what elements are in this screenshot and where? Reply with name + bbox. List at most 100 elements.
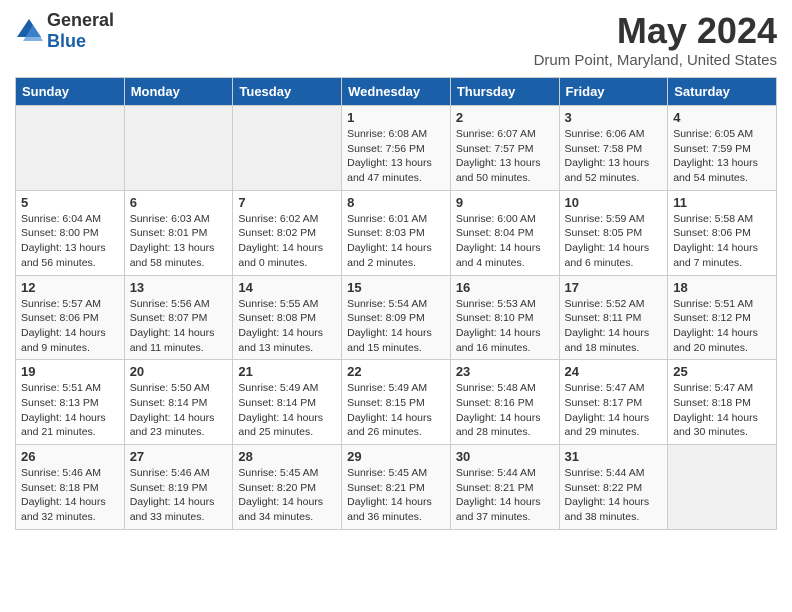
calendar-cell [16, 106, 125, 191]
calendar-cell: 18 Sunrise: 5:51 AMSunset: 8:12 PMDayligh… [668, 275, 777, 360]
day-detail: Sunrise: 6:07 AMSunset: 7:57 PMDaylight:… [456, 127, 554, 186]
calendar-cell: 29 Sunrise: 5:45 AMSunset: 8:21 PMDayligh… [342, 445, 451, 530]
calendar-cell: 7 Sunrise: 6:02 AMSunset: 8:02 PMDaylight… [233, 190, 342, 275]
day-detail: Sunrise: 5:55 AMSunset: 8:08 PMDaylight:… [238, 297, 336, 356]
calendar-cell: 17 Sunrise: 5:52 AMSunset: 8:11 PMDayligh… [559, 275, 668, 360]
day-number: 22 [347, 364, 445, 379]
day-number: 10 [565, 195, 663, 210]
calendar-cell: 12 Sunrise: 5:57 AMSunset: 8:06 PMDayligh… [16, 275, 125, 360]
day-detail: Sunrise: 5:46 AMSunset: 8:19 PMDaylight:… [130, 466, 228, 525]
day-detail: Sunrise: 6:04 AMSunset: 8:00 PMDaylight:… [21, 212, 119, 271]
day-number: 17 [565, 280, 663, 295]
calendar-cell: 15 Sunrise: 5:54 AMSunset: 8:09 PMDayligh… [342, 275, 451, 360]
day-detail: Sunrise: 5:51 AMSunset: 8:13 PMDaylight:… [21, 381, 119, 440]
calendar-cell: 4 Sunrise: 6:05 AMSunset: 7:59 PMDaylight… [668, 106, 777, 191]
calendar-cell: 20Sunrise: 5:50 AMSunset: 8:14 PMDayligh… [124, 360, 233, 445]
day-number: 5 [21, 195, 119, 210]
weekday-header: Sunday [16, 78, 125, 106]
weekday-header: Tuesday [233, 78, 342, 106]
calendar-cell: 23 Sunrise: 5:48 AMSunset: 8:16 PMDayligh… [450, 360, 559, 445]
day-number: 18 [673, 280, 771, 295]
calendar-cell: 26 Sunrise: 5:46 AMSunset: 8:18 PMDayligh… [16, 445, 125, 530]
calendar-week-row: 1 Sunrise: 6:08 AMSunset: 7:56 PMDaylight… [16, 106, 777, 191]
header: General Blue May 2024 Drum Point, Maryla… [15, 10, 777, 69]
calendar-cell: 6 Sunrise: 6:03 AMSunset: 8:01 PMDaylight… [124, 190, 233, 275]
day-number: 24 [565, 364, 663, 379]
calendar-cell: 22 Sunrise: 5:49 AMSunset: 8:15 PMDayligh… [342, 360, 451, 445]
calendar-cell: 5 Sunrise: 6:04 AMSunset: 8:00 PMDaylight… [16, 190, 125, 275]
calendar-cell: 1 Sunrise: 6:08 AMSunset: 7:56 PMDaylight… [342, 106, 451, 191]
day-detail: Sunrise: 5:45 AMSunset: 8:21 PMDaylight:… [347, 466, 445, 525]
day-detail: Sunrise: 5:49 AMSunset: 8:15 PMDaylight:… [347, 381, 445, 440]
day-number: 2 [456, 110, 554, 125]
calendar-cell: 13 Sunrise: 5:56 AMSunset: 8:07 PMDayligh… [124, 275, 233, 360]
calendar-cell: 16 Sunrise: 5:53 AMSunset: 8:10 PMDayligh… [450, 275, 559, 360]
calendar-cell: 25Sunrise: 5:47 AMSunset: 8:18 PMDayligh… [668, 360, 777, 445]
day-number: 21 [238, 364, 336, 379]
title-area: May 2024 Drum Point, Maryland, United St… [534, 10, 777, 69]
day-detail: Sunrise: 6:02 AMSunset: 8:02 PMDaylight:… [238, 212, 336, 271]
day-number: 23 [456, 364, 554, 379]
logo: General Blue [15, 10, 114, 52]
day-number: 6 [130, 195, 228, 210]
calendar-cell: 11Sunrise: 5:58 AMSunset: 8:06 PMDayligh… [668, 190, 777, 275]
weekday-header: Thursday [450, 78, 559, 106]
day-number: 13 [130, 280, 228, 295]
calendar-cell: 14Sunrise: 5:55 AMSunset: 8:08 PMDayligh… [233, 275, 342, 360]
calendar: SundayMondayTuesdayWednesdayThursdayFrid… [15, 77, 777, 530]
day-number: 7 [238, 195, 336, 210]
calendar-header: SundayMondayTuesdayWednesdayThursdayFrid… [16, 78, 777, 106]
day-number: 15 [347, 280, 445, 295]
day-detail: Sunrise: 5:57 AMSunset: 8:06 PMDaylight:… [21, 297, 119, 356]
calendar-cell [233, 106, 342, 191]
day-detail: Sunrise: 6:05 AMSunset: 7:59 PMDaylight:… [673, 127, 771, 186]
day-detail: Sunrise: 5:50 AMSunset: 8:14 PMDaylight:… [130, 381, 228, 440]
day-detail: Sunrise: 5:46 AMSunset: 8:18 PMDaylight:… [21, 466, 119, 525]
day-number: 27 [130, 449, 228, 464]
day-number: 4 [673, 110, 771, 125]
calendar-cell: 10 Sunrise: 5:59 AMSunset: 8:05 PMDayligh… [559, 190, 668, 275]
day-number: 29 [347, 449, 445, 464]
calendar-cell: 28Sunrise: 5:45 AMSunset: 8:20 PMDayligh… [233, 445, 342, 530]
main-title: May 2024 [534, 10, 777, 52]
calendar-body: 1 Sunrise: 6:08 AMSunset: 7:56 PMDaylight… [16, 106, 777, 530]
day-detail: Sunrise: 6:03 AMSunset: 8:01 PMDaylight:… [130, 212, 228, 271]
day-detail: Sunrise: 5:56 AMSunset: 8:07 PMDaylight:… [130, 297, 228, 356]
subtitle: Drum Point, Maryland, United States [534, 52, 777, 69]
day-number: 16 [456, 280, 554, 295]
day-number: 11 [673, 195, 771, 210]
calendar-cell: 24 Sunrise: 5:47 AMSunset: 8:17 PMDayligh… [559, 360, 668, 445]
logo-general: General [47, 10, 114, 30]
calendar-cell: 3Sunrise: 6:06 AMSunset: 7:58 PMDaylight… [559, 106, 668, 191]
calendar-cell: 19Sunrise: 5:51 AMSunset: 8:13 PMDayligh… [16, 360, 125, 445]
day-detail: Sunrise: 5:52 AMSunset: 8:11 PMDaylight:… [565, 297, 663, 356]
calendar-cell: 30Sunrise: 5:44 AMSunset: 8:21 PMDayligh… [450, 445, 559, 530]
day-detail: Sunrise: 5:48 AMSunset: 8:16 PMDaylight:… [456, 381, 554, 440]
logo-icon [15, 17, 43, 45]
calendar-cell [124, 106, 233, 191]
day-number: 25 [673, 364, 771, 379]
day-number: 1 [347, 110, 445, 125]
calendar-week-row: 5 Sunrise: 6:04 AMSunset: 8:00 PMDaylight… [16, 190, 777, 275]
day-detail: Sunrise: 5:51 AMSunset: 8:12 PMDaylight:… [673, 297, 771, 356]
day-detail: Sunrise: 6:00 AMSunset: 8:04 PMDaylight:… [456, 212, 554, 271]
day-detail: Sunrise: 6:06 AMSunset: 7:58 PMDaylight:… [565, 127, 663, 186]
logo-blue: Blue [47, 31, 86, 51]
day-detail: Sunrise: 5:54 AMSunset: 8:09 PMDaylight:… [347, 297, 445, 356]
day-detail: Sunrise: 5:49 AMSunset: 8:14 PMDaylight:… [238, 381, 336, 440]
day-number: 8 [347, 195, 445, 210]
day-number: 26 [21, 449, 119, 464]
day-number: 28 [238, 449, 336, 464]
day-number: 12 [21, 280, 119, 295]
day-detail: Sunrise: 6:08 AMSunset: 7:56 PMDaylight:… [347, 127, 445, 186]
day-detail: Sunrise: 5:47 AMSunset: 8:17 PMDaylight:… [565, 381, 663, 440]
day-detail: Sunrise: 5:59 AMSunset: 8:05 PMDaylight:… [565, 212, 663, 271]
weekday-header: Saturday [668, 78, 777, 106]
day-detail: Sunrise: 6:01 AMSunset: 8:03 PMDaylight:… [347, 212, 445, 271]
calendar-week-row: 26 Sunrise: 5:46 AMSunset: 8:18 PMDayligh… [16, 445, 777, 530]
day-detail: Sunrise: 5:53 AMSunset: 8:10 PMDaylight:… [456, 297, 554, 356]
weekday-header: Wednesday [342, 78, 451, 106]
day-detail: Sunrise: 5:44 AMSunset: 8:21 PMDaylight:… [456, 466, 554, 525]
day-detail: Sunrise: 5:44 AMSunset: 8:22 PMDaylight:… [565, 466, 663, 525]
calendar-cell: 2 Sunrise: 6:07 AMSunset: 7:57 PMDaylight… [450, 106, 559, 191]
